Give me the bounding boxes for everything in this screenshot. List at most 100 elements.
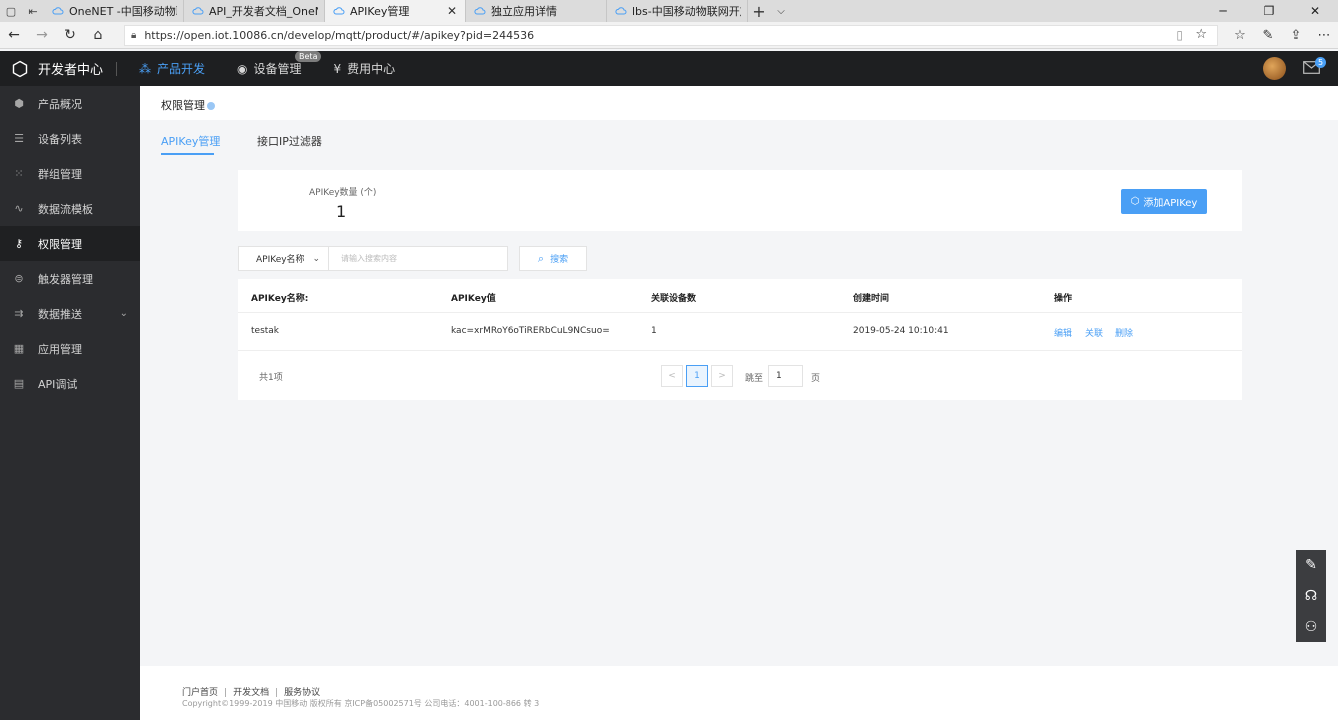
nav-label: 产品开发 xyxy=(157,62,206,76)
apikey-table: APIKey名称: APIKey值 关联设备数 创建时间 操作 testak k… xyxy=(238,279,1242,400)
search-icon: ⌕ xyxy=(537,251,545,265)
sidebar-item-app-management[interactable]: ▦ 应用管理 xyxy=(0,331,140,366)
wave-icon: ∿ xyxy=(14,202,24,215)
sidebar-item-label: 设备列表 xyxy=(38,132,82,146)
window-controls: ─ ❐ ✕ xyxy=(1200,0,1338,22)
sidebar-item-label: 触发器管理 xyxy=(38,272,93,286)
add-apikey-button[interactable]: ⬡ 添加APIKey xyxy=(1121,189,1207,214)
main-content: 权限管理 APIKey管理 接口IP过滤器 APIKey数量 (个) 1 ⬡ 添… xyxy=(140,86,1338,720)
edit-link[interactable]: 编辑 xyxy=(1054,326,1072,339)
sidebar-item-permission-management[interactable]: ⚷ 权限管理 xyxy=(0,226,140,261)
page-title: 权限管理 xyxy=(161,97,215,113)
favorite-star-icon[interactable]: ☆ xyxy=(1195,27,1207,42)
sidebar-item-trigger-management[interactable]: ⊜ 触发器管理 xyxy=(0,261,140,296)
goto-label: 跳至 xyxy=(745,374,764,384)
browser-tab[interactable]: API_开发者文档_OneNET xyxy=(184,0,325,22)
more-icon[interactable]: ⋯ xyxy=(1310,22,1338,49)
search-button[interactable]: ⌕ 搜索 xyxy=(519,246,587,271)
share-icon[interactable]: ⇪ xyxy=(1282,22,1310,49)
count-value: 1 xyxy=(336,202,347,221)
associate-link[interactable]: 关联 xyxy=(1085,326,1103,339)
select-value: APIKey名称 xyxy=(256,255,305,265)
minimize-icon[interactable]: ─ xyxy=(1200,0,1246,22)
home-icon[interactable]: ⌂ xyxy=(84,22,112,49)
page-header: 权限管理 xyxy=(140,86,1338,120)
trigger-icon: ⊜ xyxy=(14,272,24,285)
pager-total: 共1项 xyxy=(259,373,283,383)
pen-icon[interactable]: ✎ xyxy=(1254,22,1282,49)
search-placeholder: 请输入搜索内容 xyxy=(341,254,397,263)
sidebar-item-data-push[interactable]: ⇉ 数据推送 ⌄ xyxy=(0,296,140,331)
next-page-button[interactable]: > xyxy=(711,365,733,387)
url-field[interactable]: 🔒︎ https://open.iot.10086.cn/develop/mqt… xyxy=(124,25,1218,46)
user-icon[interactable]: ⚇ xyxy=(1305,619,1318,635)
sidebar-item-device-list[interactable]: ☰ 设备列表 xyxy=(0,121,140,156)
avatar[interactable] xyxy=(1263,57,1286,80)
sidebar-item-label: 数据推送 xyxy=(38,307,82,321)
sidebar-item-label: 群组管理 xyxy=(38,167,82,181)
tab-title: 独立应用详情 xyxy=(491,5,557,18)
close-tab-icon[interactable]: ✕ xyxy=(445,4,459,18)
nav-billing[interactable]: ¥ 费用中心 xyxy=(334,60,396,77)
new-tab-button[interactable]: + xyxy=(748,0,770,22)
set-aside-tabs-icon[interactable]: ⇤ xyxy=(22,0,44,22)
search-input[interactable]: 请输入搜索内容 xyxy=(329,246,508,271)
refresh-icon[interactable]: ↻ xyxy=(56,22,84,49)
cell-device-count: 1 xyxy=(651,326,657,336)
browser-tab[interactable]: OneNET -中国移动物联网开 xyxy=(44,0,184,22)
floating-toolbar: ✎ ☊ ⚇ xyxy=(1296,550,1326,642)
search-field-select[interactable]: APIKey名称 ⌄ xyxy=(238,246,329,271)
footer-link-terms[interactable]: 服务协议 xyxy=(284,688,320,698)
browser-tab[interactable]: lbs-中国移动物联网开放平台 xyxy=(607,0,748,22)
headset-icon[interactable]: ☊ xyxy=(1305,588,1317,604)
chevron-down-icon: ⌄ xyxy=(119,308,128,319)
browser-tab-strip: ▢ ⇤ OneNET -中国移动物联网开 API_开发者文档_OneNET AP… xyxy=(0,0,1338,22)
sidebar-item-datastream-template[interactable]: ∿ 数据流模板 xyxy=(0,191,140,226)
yuan-icon: ¥ xyxy=(333,61,342,76)
sidebar-item-api-debug[interactable]: ▤ API调试 xyxy=(0,366,140,401)
favorites-hub-icon[interactable]: ☆ xyxy=(1226,22,1254,49)
footer-divider: | xyxy=(275,688,279,698)
help-icon[interactable] xyxy=(207,102,215,110)
logo[interactable]: 开发者中心 xyxy=(0,59,116,78)
page-number-button[interactable]: 1 xyxy=(686,365,708,387)
footer-link-portal[interactable]: 门户首页 xyxy=(182,688,218,698)
sidebar-item-label: API调试 xyxy=(38,377,78,391)
close-window-icon[interactable]: ✕ xyxy=(1292,0,1338,22)
page-title-text: 权限管理 xyxy=(161,99,205,112)
grid-dots-icon: ⁙ xyxy=(14,167,24,180)
reading-view-icon[interactable]: ▯ xyxy=(1176,28,1183,42)
browser-tab[interactable]: 独立应用详情 xyxy=(466,0,607,22)
footer-link-docs[interactable]: 开发文档 xyxy=(233,688,269,698)
forward-icon[interactable]: → xyxy=(28,22,56,49)
tab-preview-icon[interactable]: ▢ xyxy=(0,0,22,22)
browser-tab-active[interactable]: APIKey管理 ✕ xyxy=(325,0,466,22)
page-unit-label: 页 xyxy=(811,374,821,384)
maximize-icon[interactable]: ❐ xyxy=(1246,0,1292,22)
cloud-icon xyxy=(474,7,486,15)
sidebar-item-group-management[interactable]: ⁙ 群组管理 xyxy=(0,156,140,191)
tab-title: OneNET -中国移动物联网开 xyxy=(69,5,177,18)
cloud-icon xyxy=(52,7,64,15)
delete-link[interactable]: 删除 xyxy=(1115,326,1133,339)
disc-icon: ◉ xyxy=(237,61,248,76)
column-header: 关联设备数 xyxy=(651,294,697,304)
feedback-edit-icon[interactable]: ✎ xyxy=(1305,557,1317,573)
nav-product-dev[interactable]: ⁂ 产品开发 xyxy=(139,60,205,77)
tab-ip-filter[interactable]: 接口IP过滤器 xyxy=(257,133,322,149)
chevron-down-icon[interactable]: ⌵ xyxy=(770,0,792,22)
sidebar-item-label: 产品概况 xyxy=(38,97,82,111)
cubes-icon: ⁂ xyxy=(139,61,151,76)
prev-page-button[interactable]: < xyxy=(661,365,683,387)
push-icon: ⇉ xyxy=(14,307,24,320)
nav-device-management[interactable]: ◉ 设备管理 Beta xyxy=(237,51,322,77)
sidebar-item-product-overview[interactable]: ⬢ 产品概况 xyxy=(0,86,140,121)
tab-apikey-management[interactable]: APIKey管理 xyxy=(161,133,220,149)
lock-icon: 🔒︎ xyxy=(131,30,137,41)
goto-page-input[interactable]: 1 xyxy=(768,365,803,387)
nav-label: 费用中心 xyxy=(347,62,396,76)
back-icon[interactable]: ← xyxy=(0,22,28,49)
sidebar-item-label: 权限管理 xyxy=(38,237,82,251)
address-bar: ← → ↻ ⌂ 🔒︎ https://open.iot.10086.cn/dev… xyxy=(0,22,1338,49)
footer-divider: | xyxy=(224,688,228,698)
